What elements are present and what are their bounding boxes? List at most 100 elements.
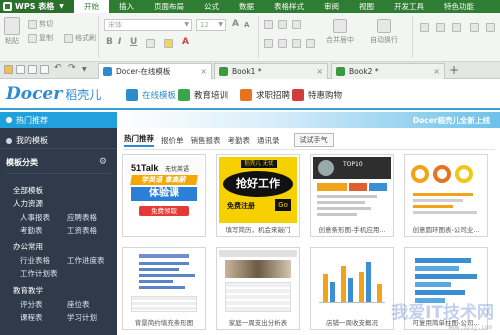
percent-icon[interactable] <box>436 23 445 32</box>
sidebar-item-my-templates[interactable]: 我的模板 <box>0 133 117 149</box>
menu-insert[interactable]: 插入 <box>109 0 144 13</box>
menu-data[interactable]: 数据 <box>229 0 264 13</box>
menu-page-layout[interactable]: 页面布局 <box>144 0 194 13</box>
align-left-icon[interactable] <box>264 39 273 48</box>
subcategory-item[interactable]: 行业表格 <box>20 255 50 266</box>
app-name: WPS 表格 <box>15 2 55 11</box>
subcategory-item[interactable]: 工作进度表 <box>67 255 105 266</box>
add-tab-icon[interactable]: + <box>449 63 459 77</box>
merge-center-button[interactable]: 合并居中 <box>326 19 354 45</box>
decimal-icon[interactable] <box>486 23 495 32</box>
category-education[interactable]: 教育教学 <box>13 285 43 296</box>
menu-formula[interactable]: 公式 <box>194 0 229 13</box>
font-color-icon[interactable]: A <box>182 37 189 47</box>
lucky-button[interactable]: 试试手气 <box>293 133 334 147</box>
ad-brand: 51Talk <box>131 163 159 173</box>
category-office[interactable]: 办公常用 <box>13 241 43 252</box>
filter-quote[interactable]: 报价单 <box>161 135 184 146</box>
filter-hot[interactable]: 热门推荐 <box>124 133 154 147</box>
nav-shopping[interactable]: 特惠购物 <box>292 89 342 101</box>
subcategory-item[interactable]: 工作计划表 <box>20 268 58 279</box>
promo-banner[interactable]: Docer稻壳儿全新上线 <box>117 112 500 128</box>
justify-icon[interactable] <box>306 39 315 48</box>
template-card[interactable]: 51Talk 无忧英语 学英语 拿高薪 体验课 免费领取 <box>122 154 206 237</box>
ribbon-divider <box>258 16 259 58</box>
copy-button[interactable]: 复制 <box>28 33 53 43</box>
subcategory-item[interactable]: 课程表 <box>20 312 43 323</box>
banner-text: Docer稻壳儿全新上线 <box>412 116 490 125</box>
align-right-icon[interactable] <box>292 39 301 48</box>
subcategory-item[interactable]: 座位表 <box>67 299 90 310</box>
align-top-icon[interactable] <box>264 20 273 29</box>
copy-icon <box>28 33 37 43</box>
format-painter-button[interactable]: 格式刷 <box>64 33 96 43</box>
filter-contacts[interactable]: 通讯录 <box>257 135 280 146</box>
chevron-down-icon[interactable]: ▼ <box>82 66 91 75</box>
template-card[interactable]: 创意圆环图表-公司业... <box>404 154 488 237</box>
subcategory-item[interactable]: 应聘表格 <box>67 212 97 223</box>
template-card[interactable]: 背景简约填充条形图 <box>122 247 206 330</box>
filter-attendance[interactable]: 考勤表 <box>228 135 251 146</box>
subcategory-item[interactable]: 工资表格 <box>67 225 97 236</box>
menu-home[interactable]: 开始 <box>74 0 109 13</box>
save-icon[interactable] <box>16 65 25 74</box>
menu-features[interactable]: 特色功能 <box>434 0 484 13</box>
filter-sales[interactable]: 销售报表 <box>191 135 221 146</box>
docer-logo[interactable]: Docer 稻壳儿 <box>6 84 101 104</box>
folder-icon[interactable] <box>4 65 13 74</box>
align-middle-icon[interactable] <box>278 20 287 29</box>
bar-segment <box>317 195 377 198</box>
currency-icon[interactable] <box>452 23 461 32</box>
tab-book2[interactable]: Book2 * × <box>331 63 445 79</box>
nav-online-templates[interactable]: 在线模板 <box>126 89 176 101</box>
align-bottom-icon[interactable] <box>292 20 301 29</box>
nav-jobs[interactable]: 求职招聘 <box>240 89 290 101</box>
underline-icon[interactable]: U <box>130 37 137 47</box>
redo-icon[interactable]: ↷ <box>68 63 77 73</box>
subcategory-item[interactable]: 评分表 <box>20 299 43 310</box>
align-center-icon[interactable] <box>278 39 287 48</box>
close-icon[interactable]: × <box>200 67 207 76</box>
border-icon[interactable] <box>146 39 155 48</box>
bar-segment <box>139 280 173 283</box>
font-name-value: 宋体 <box>108 21 122 29</box>
fill-color-icon[interactable] <box>164 39 173 48</box>
menu-developer[interactable]: 开发工具 <box>384 0 434 13</box>
template-card[interactable]: 家庭一周支出分析表 <box>216 247 300 330</box>
cut-button[interactable]: 剪切 <box>28 19 53 29</box>
decimal-icon[interactable] <box>470 23 479 32</box>
subcategory-item[interactable]: 考勤表 <box>20 225 43 236</box>
divider <box>6 173 111 174</box>
paste-button[interactable]: 粘贴 <box>4 17 20 46</box>
font-shrink-icon[interactable]: A <box>244 21 249 29</box>
template-thumbnail <box>313 250 391 316</box>
subcategory-item[interactable]: 人事报表 <box>20 212 50 223</box>
font-name-select[interactable]: 宋体 ▼ <box>104 19 192 31</box>
font-grow-icon[interactable]: A <box>232 19 239 29</box>
nav-education[interactable]: 教育培训 <box>178 89 228 101</box>
template-card[interactable]: 稻壳儿 无忧 抢好工作 免费注册 Go 填写简历，机会来敲门 <box>216 154 300 237</box>
menu-review[interactable]: 审阅 <box>314 0 349 13</box>
close-icon[interactable]: × <box>433 67 440 76</box>
category-hr[interactable]: 人力资源 <box>13 198 43 209</box>
subcategory-item[interactable]: 学习计划 <box>67 312 97 323</box>
menu-table-style[interactable]: 表格样式 <box>264 0 314 13</box>
category-all[interactable]: 全部模板 <box>13 185 43 196</box>
tab-book1[interactable]: Book1 * × <box>214 63 328 79</box>
print-icon[interactable] <box>28 65 37 74</box>
font-size-select[interactable]: 12 ▼ <box>196 19 226 31</box>
wrap-text-button[interactable]: 自动换行 <box>370 19 398 45</box>
preview-icon[interactable] <box>40 65 49 74</box>
template-card[interactable]: 店铺一周收支概况 <box>310 247 394 330</box>
sidebar-item-hot[interactable]: 热门推荐 <box>0 112 117 128</box>
menu-view[interactable]: 视图 <box>349 0 384 13</box>
italic-icon[interactable]: I <box>118 37 121 47</box>
tab-docer-templates[interactable]: Docer-在线模板 × <box>98 63 212 79</box>
app-menu-button[interactable]: WPS 表格 ▼ <box>0 0 74 13</box>
undo-icon[interactable]: ↶ <box>54 63 63 73</box>
template-card[interactable]: TOP10 创意条形图-手机应用... <box>310 154 394 237</box>
number-format-icon[interactable] <box>420 23 429 32</box>
bold-icon[interactable]: B <box>106 37 113 47</box>
close-icon[interactable]: × <box>316 67 323 76</box>
gear-icon[interactable]: ⚙ <box>99 157 107 167</box>
